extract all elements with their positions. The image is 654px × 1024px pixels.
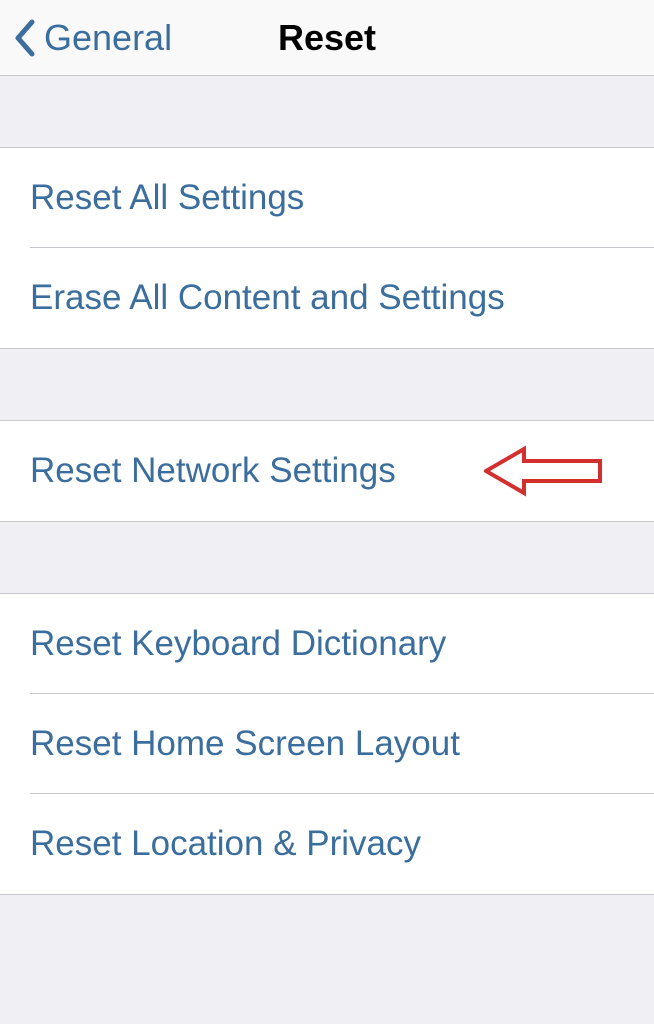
item-label: Reset All Settings [30, 178, 304, 217]
item-label: Erase All Content and Settings [30, 278, 505, 317]
highlight-arrow-icon [484, 443, 604, 499]
reset-all-settings-item[interactable]: Reset All Settings [0, 148, 654, 248]
reset-section-3: Reset Keyboard Dictionary Reset Home Scr… [0, 594, 654, 895]
page-title: Reset [278, 17, 376, 59]
section-spacer [0, 76, 654, 148]
chevron-left-icon [12, 18, 36, 58]
reset-location-privacy-item[interactable]: Reset Location & Privacy [0, 794, 654, 895]
item-label: Reset Keyboard Dictionary [30, 624, 446, 663]
reset-keyboard-dictionary-item[interactable]: Reset Keyboard Dictionary [0, 594, 654, 694]
section-spacer [0, 349, 654, 421]
reset-section-1: Reset All Settings Erase All Content and… [0, 148, 654, 349]
item-label: Reset Network Settings [30, 451, 396, 490]
item-label: Reset Home Screen Layout [30, 724, 460, 763]
erase-all-content-item[interactable]: Erase All Content and Settings [0, 248, 654, 349]
item-label: Reset Location & Privacy [30, 824, 421, 863]
section-spacer [0, 522, 654, 594]
reset-network-settings-item[interactable]: Reset Network Settings [0, 421, 654, 522]
back-label: General [44, 17, 172, 59]
reset-home-screen-layout-item[interactable]: Reset Home Screen Layout [0, 694, 654, 794]
navigation-bar: General Reset [0, 0, 654, 76]
reset-section-2: Reset Network Settings [0, 421, 654, 522]
back-button[interactable]: General [0, 17, 172, 59]
